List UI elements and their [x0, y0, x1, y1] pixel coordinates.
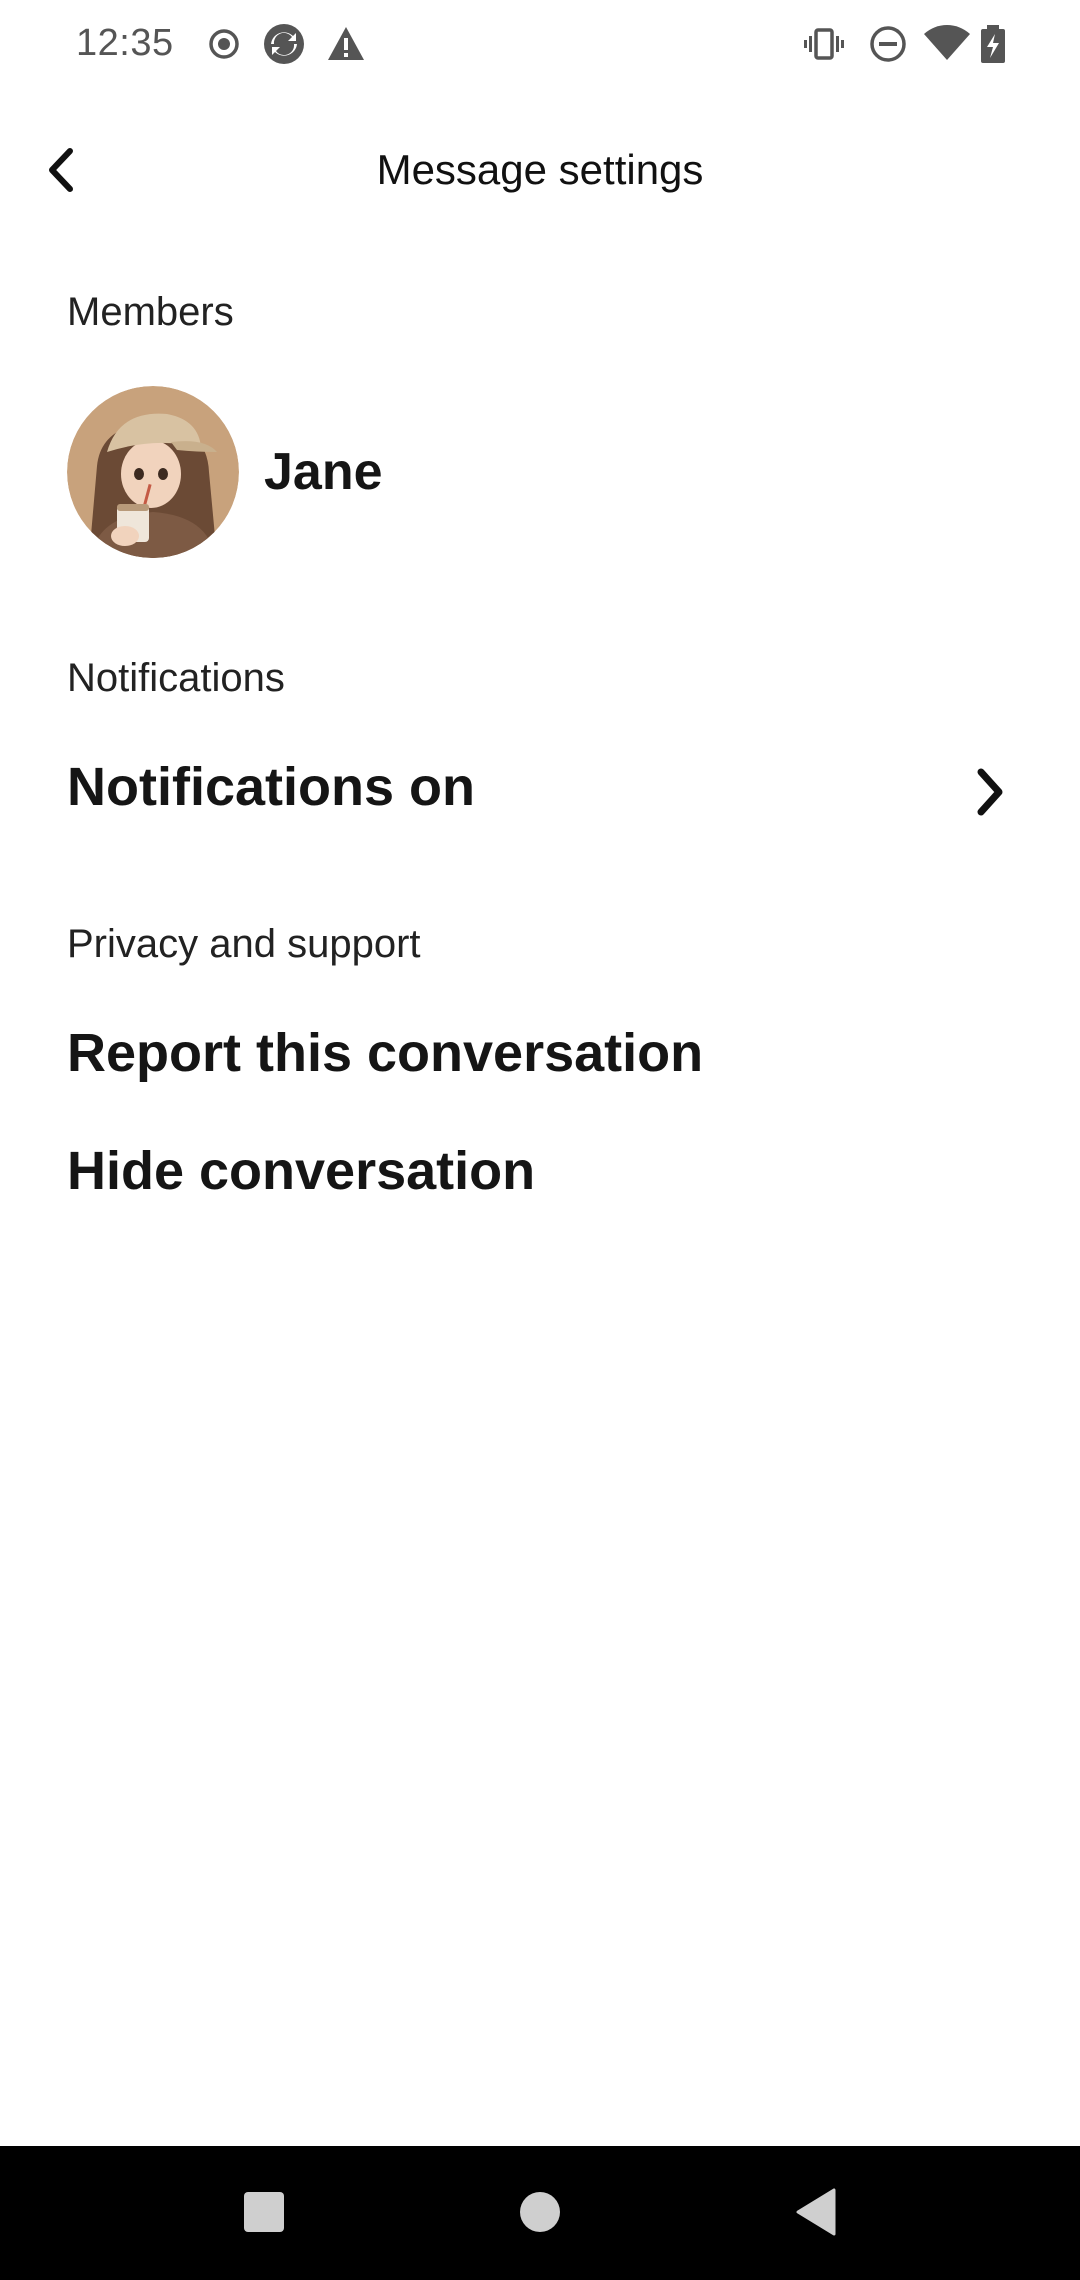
- page-title: Message settings: [376, 146, 704, 193]
- do-not-disturb-icon: [866, 22, 910, 66]
- back-triangle-icon: [794, 2188, 838, 2241]
- status-bar: 12:35: [0, 0, 1080, 88]
- home-button[interactable]: [502, 2176, 578, 2252]
- status-time: 12:35: [76, 22, 174, 64]
- header: Message settings: [0, 120, 1080, 224]
- back-nav-button[interactable]: [778, 2176, 854, 2252]
- members-section-label: Members: [67, 290, 234, 334]
- notifications-setting-label: Notifications on: [67, 757, 475, 817]
- warning-icon: [324, 22, 368, 66]
- hide-conversation-button[interactable]: Hide conversation: [67, 1140, 1013, 1212]
- vibrate-icon: [802, 22, 846, 66]
- member-row-jane[interactable]: Jane: [67, 386, 1013, 558]
- message-settings-screen: 12:35 Message settings Members Jane Noti…: [0, 0, 1080, 2280]
- wifi-icon: [922, 22, 972, 66]
- privacy-section-label: Privacy and support: [67, 922, 421, 966]
- recents-button[interactable]: [226, 2176, 302, 2252]
- notifications-setting-row[interactable]: Notifications on: [67, 756, 1013, 828]
- record-icon: [202, 22, 246, 66]
- report-conversation-button[interactable]: Report this conversation: [67, 1022, 1013, 1094]
- recents-square-icon: [242, 2190, 286, 2239]
- avatar: [67, 386, 239, 558]
- member-name: Jane: [264, 443, 383, 501]
- chevron-right-icon: [965, 764, 1013, 820]
- battery-charging-icon: [976, 22, 1010, 66]
- home-circle-icon: [518, 2190, 562, 2239]
- system-nav-bar: [0, 2146, 1080, 2280]
- sync-app-icon: [262, 22, 306, 66]
- notifications-section-label: Notifications: [67, 656, 285, 700]
